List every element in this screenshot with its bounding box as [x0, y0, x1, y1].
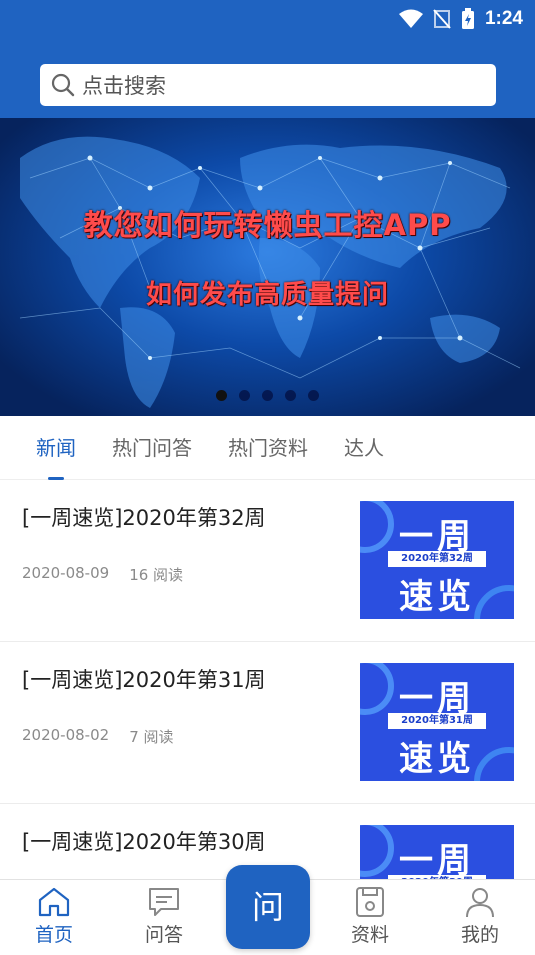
news-meta: 2020-08-02 7 阅读: [22, 726, 174, 747]
list-item[interactable]: [一周速览]2020年第31周 2020-08-02 7 阅读 一周 2020年…: [0, 642, 535, 804]
news-title: [一周速览]2020年第32周: [22, 506, 266, 530]
carousel-dot-5[interactable]: [308, 390, 319, 401]
nav-qa-label: 问答: [144, 924, 183, 946]
status-bar: 1:24: [398, 6, 523, 32]
world-network-map: [19, 136, 521, 408]
tab-hot-materials[interactable]: 热门资料: [228, 416, 308, 480]
news-title: [一周速览]2020年第31周: [22, 668, 266, 692]
nav-materials-label: 资料: [350, 924, 389, 946]
banner-subheadline: 如何发布高质量提问: [145, 280, 389, 310]
news-date: 2020-08-02: [22, 726, 110, 744]
news-date: 2020-08-09: [22, 564, 110, 582]
promo-banner[interactable]: 教您如何玩转懒虫工控APP 如何发布高质量提问: [0, 118, 535, 416]
user-icon: [466, 888, 494, 918]
document-box-icon: [356, 887, 384, 917]
news-meta: 2020-08-09 16 阅读: [22, 564, 183, 585]
no-signal-icon: [433, 9, 451, 29]
list-item[interactable]: [一周速览]2020年第32周 2020-08-09 16 阅读 一周 2020…: [0, 480, 535, 642]
app-header: 1:24 点击搜索: [0, 0, 535, 118]
nav-mine[interactable]: 我的: [440, 886, 520, 947]
home-icon: [38, 887, 70, 917]
nav-qa[interactable]: 问答: [124, 886, 204, 947]
thumb-caption: 2020年第32周: [388, 551, 486, 567]
nav-home[interactable]: 首页: [14, 886, 94, 947]
thumb-bottom-text: 速览: [399, 577, 475, 617]
tab-news[interactable]: 新闻: [36, 416, 76, 480]
thumb-caption: 2020年第31周: [388, 713, 486, 729]
news-read-count: 16 阅读: [129, 566, 184, 584]
nav-materials[interactable]: 资料: [330, 886, 410, 947]
carousel-dot-3[interactable]: [262, 390, 273, 401]
news-thumbnail: 一周 2020年第32周 速览: [360, 501, 514, 619]
nav-home-label: 首页: [34, 924, 73, 946]
carousel-indicator: [0, 390, 535, 401]
news-read-count: 7 阅读: [129, 728, 174, 746]
banner-headline: 教您如何玩转懒虫工控APP: [83, 208, 452, 242]
news-title: [一周速览]2020年第30周: [22, 830, 266, 854]
carousel-dot-1[interactable]: [216, 390, 227, 401]
tab-experts[interactable]: 达人: [344, 416, 384, 480]
wifi-icon: [398, 9, 423, 28]
ask-question-button[interactable]: 问: [226, 865, 310, 949]
search-icon: [51, 73, 75, 97]
news-thumbnail: 一周 2020年第31周 速览: [360, 663, 514, 781]
search-input[interactable]: 点击搜索: [40, 64, 496, 106]
battery-charging-icon: [461, 8, 474, 29]
message-icon: [149, 888, 179, 916]
clock: 1:24: [484, 8, 523, 29]
carousel-dot-2[interactable]: [239, 390, 250, 401]
category-tabs: 新闻 热门问答 热门资料 达人: [0, 416, 535, 480]
nav-mine-label: 我的: [460, 924, 499, 946]
search-placeholder: 点击搜索: [82, 74, 166, 98]
tab-hot-qa[interactable]: 热门问答: [112, 416, 192, 480]
carousel-dot-4[interactable]: [285, 390, 296, 401]
thumb-bottom-text: 速览: [399, 739, 475, 779]
